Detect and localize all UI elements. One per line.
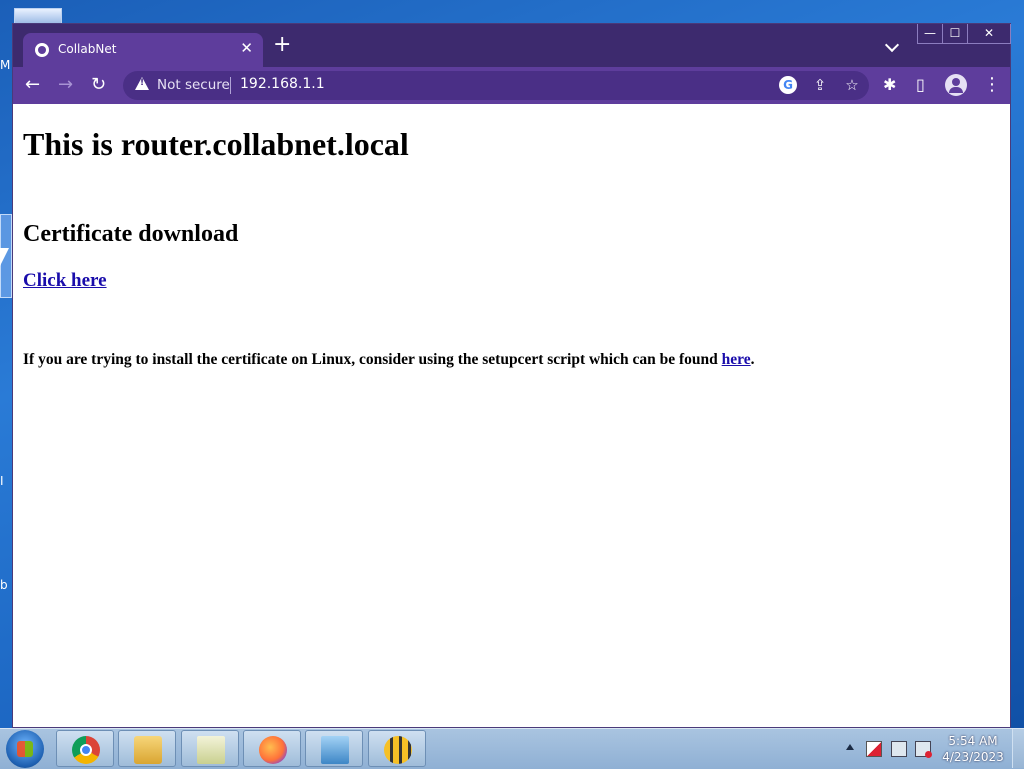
folder-icon [134, 736, 162, 764]
mouse-cursor-icon [0, 248, 9, 266]
volume-muted-icon[interactable] [915, 741, 932, 758]
tab-close-icon[interactable]: ✕ [240, 39, 253, 57]
taskbar-explorer-button[interactable] [118, 730, 176, 767]
security-label[interactable]: Not secure [157, 77, 230, 93]
desktop-label-fragment: I [0, 474, 4, 488]
minimize-button[interactable]: — [917, 24, 943, 44]
title-bar: CollabNet ✕ + — ☐ ✕ [13, 24, 1011, 67]
reload-icon[interactable]: ↻ [91, 75, 106, 95]
system-clock[interactable]: 5:54 AM 4/23/2023 [938, 733, 1008, 765]
show-desktop-button[interactable] [1012, 729, 1024, 768]
notepad-icon [197, 736, 225, 764]
profile-avatar-icon[interactable] [945, 74, 967, 96]
tray-expand-icon[interactable] [846, 744, 854, 750]
tab-title: CollabNet [58, 42, 117, 56]
browser-toolbar: ← → ↻ Not secure 192.168.1.1 G ⇪ ☆ ✱ ▯ ⋮ [13, 67, 1010, 104]
google-icon[interactable]: G [779, 76, 797, 94]
share-icon[interactable]: ⇪ [811, 76, 829, 94]
close-window-button[interactable]: ✕ [967, 24, 1011, 44]
maximize-button[interactable]: ☐ [942, 24, 968, 44]
desktop-label-fragment: M [0, 58, 11, 72]
taskbar-chrome-button[interactable] [56, 730, 114, 767]
page-heading: This is router.collabnet.local [23, 126, 409, 162]
start-button[interactable] [6, 730, 44, 768]
star-icon[interactable]: ☆ [843, 76, 861, 94]
taskbar-firefox-button[interactable] [243, 730, 301, 767]
clock-time: 5:54 AM [948, 734, 998, 748]
taskbar-notepad-button[interactable] [181, 730, 239, 767]
globe-icon [35, 43, 49, 57]
setupcert-link[interactable]: here [722, 351, 751, 368]
menu-kebab-icon[interactable]: ⋮ [983, 75, 1001, 95]
chrome-icon [72, 736, 100, 764]
network-icon[interactable] [891, 741, 907, 757]
firefox-icon [259, 736, 287, 764]
taskbar-control-panel-button[interactable] [305, 730, 363, 767]
section-heading: Certificate download [23, 221, 239, 247]
side-panel-icon[interactable]: ▯ [916, 75, 925, 95]
extensions-icon[interactable]: ✱ [883, 75, 896, 95]
browser-tab[interactable]: CollabNet ✕ [23, 33, 263, 67]
browser-window: CollabNet ✕ + — ☐ ✕ ← → ↻ Not secure 192… [12, 23, 1011, 728]
url-text[interactable]: 192.168.1.1 [240, 76, 325, 92]
bee-icon [384, 736, 412, 764]
back-arrow-icon[interactable]: ← [25, 75, 40, 95]
page-content: This is router.collabnet.local Certifica… [13, 104, 1010, 727]
taskbar-bee-app-button[interactable] [368, 730, 426, 767]
new-tab-icon[interactable]: + [273, 34, 291, 56]
certificate-download-link[interactable]: Click here [23, 270, 107, 292]
chevron-down-icon[interactable] [884, 37, 900, 53]
forward-arrow-icon[interactable]: → [58, 75, 73, 95]
linux-note-end: . [750, 351, 755, 368]
linux-note: If you are trying to install the certifi… [23, 351, 755, 369]
monitor-icon [321, 736, 349, 764]
clock-date: 4/23/2023 [942, 750, 1004, 764]
desktop-label-fragment: b [0, 578, 8, 592]
warning-icon[interactable] [135, 77, 149, 90]
action-center-flag-icon[interactable] [866, 741, 882, 757]
linux-note-text: If you are trying to install the certifi… [23, 351, 722, 368]
omnibox-divider [230, 77, 231, 94]
address-bar[interactable]: Not secure 192.168.1.1 G ⇪ ☆ [123, 71, 869, 100]
